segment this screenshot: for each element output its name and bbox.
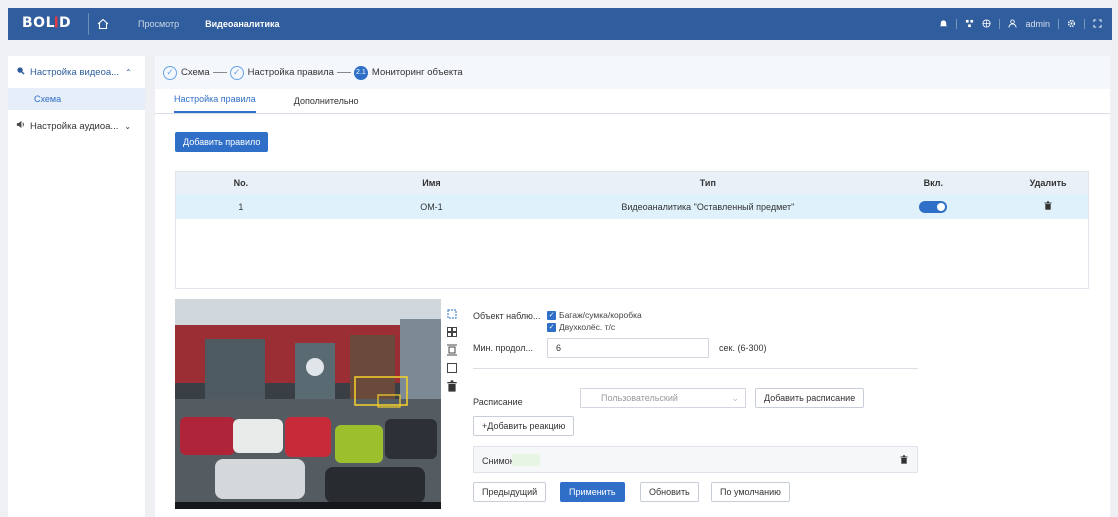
network-icon[interactable]	[965, 19, 974, 30]
column-header-type: Тип	[699, 178, 716, 188]
settings-gear-icon[interactable]	[1067, 19, 1076, 30]
checkbox-luggage[interactable]: ✓ Багаж/сумка/коробка	[547, 310, 642, 320]
refresh-button[interactable]: Обновить	[640, 482, 699, 502]
checkbox-two-wheeler[interactable]: ✓ Двухколёс. т/с	[547, 322, 615, 332]
sidebar-item-label: Схема	[34, 94, 62, 104]
enable-toggle-cell	[859, 200, 1009, 213]
drawing-toolbar	[445, 308, 459, 392]
step-rule-setup[interactable]: Настройка правила	[248, 67, 334, 78]
trash-icon[interactable]	[446, 380, 458, 392]
top-bar: BOL D Просмотр Видеоаналитика admin	[8, 8, 1112, 40]
wizard-steps: ✓ Схема ✓ Настройка правила 2.1 Монитори…	[155, 56, 1110, 89]
divider	[999, 19, 1001, 29]
svg-text:BOL: BOL	[22, 15, 55, 29]
table-row[interactable]: 1 OM-1 Видеоаналитика "Оставленный предм…	[176, 194, 1088, 219]
nav-live-view[interactable]: Просмотр	[138, 19, 179, 29]
table-empty-area	[176, 219, 1088, 288]
cell-no: 1	[238, 201, 244, 212]
min-duration-input[interactable]: 6	[547, 338, 709, 358]
camera-frame-image	[175, 299, 441, 509]
user-name[interactable]: admin	[1025, 19, 1050, 29]
cell-type: Видеоаналитика "Оставленный предмет"	[621, 201, 795, 212]
sidebar-item-video-analytics-setup[interactable]: Настройка видеоа... ⌃	[8, 56, 145, 88]
fullscreen-icon[interactable]	[1093, 18, 1102, 30]
rules-table: No. Имя Тип Вкл. Удалить 1 OM-1 Видеоана…	[175, 171, 1089, 289]
main-panel: ✓ Схема ✓ Настройка правила 2.1 Монитори…	[155, 56, 1110, 517]
snapshot-label: Снимок	[482, 456, 514, 466]
step-scheme[interactable]: Схема	[181, 67, 210, 78]
draw-region-icon[interactable]	[446, 308, 458, 320]
min-size-icon[interactable]	[446, 344, 458, 356]
table-header: No. Имя Тип Вкл. Удалить	[176, 172, 1088, 194]
speaker-icon	[16, 120, 25, 132]
divider	[1084, 19, 1085, 29]
step-connector	[336, 72, 351, 73]
tab-rule-setup[interactable]: Настройка правила	[174, 94, 256, 113]
enable-toggle[interactable]	[919, 200, 948, 213]
check-icon: ✓	[229, 65, 244, 80]
brand-logo: BOL D	[22, 15, 78, 33]
sidebar-item-label: Настройка видеоа...	[30, 66, 120, 78]
cell-name: OM-1	[420, 201, 443, 212]
default-button[interactable]: По умолчанию	[711, 482, 790, 502]
divider	[956, 19, 958, 29]
top-right-tools: admin	[939, 8, 1102, 40]
add-rule-button[interactable]: Добавить правило	[175, 132, 269, 152]
checkbox-checked-icon: ✓	[547, 322, 556, 332]
max-size-icon[interactable]	[446, 362, 458, 374]
trash-icon[interactable]	[1044, 201, 1052, 212]
step-object-monitoring[interactable]: Мониторинг объекта	[372, 67, 463, 78]
column-header-enabled: Вкл.	[923, 178, 944, 188]
tab-additional[interactable]: Дополнительно	[294, 96, 359, 113]
sidebar-item-audio-analytics-setup[interactable]: Настройка аудиоа... ⌄	[8, 110, 145, 142]
analytics-icon	[16, 66, 25, 78]
grid-icon[interactable]	[446, 326, 458, 338]
add-reaction-button[interactable]: +Добавить реакцию	[473, 416, 575, 436]
delete-cell	[1008, 201, 1088, 212]
sidebar: Настройка видеоа... ⌃ Схема Настройка ау…	[8, 56, 145, 517]
sidebar-item-label: Настройка аудиоа...	[30, 120, 119, 132]
status-badge	[512, 454, 540, 466]
column-header-no: No.	[233, 178, 249, 188]
previous-button[interactable]: Предыдущий	[473, 482, 547, 502]
schedule-select-value: Пользовательский	[601, 393, 678, 403]
divider	[473, 368, 918, 369]
column-header-delete: Удалить	[1029, 178, 1067, 188]
check-icon: ✓	[163, 65, 177, 80]
user-icon[interactable]	[1008, 18, 1018, 30]
checkbox-checked-icon: ✓	[547, 310, 556, 320]
checkbox-label: Багаж/сумка/коробка	[559, 310, 642, 320]
schedule-select[interactable]: Пользовательский ⌄	[580, 388, 746, 408]
home-icon[interactable]	[88, 13, 110, 35]
add-schedule-button[interactable]: Добавить расписание	[755, 388, 865, 408]
nav-video-analytics[interactable]: Видеоаналитика	[205, 19, 279, 29]
bell-icon[interactable]	[939, 19, 948, 30]
chevron-up-icon: ⌃	[125, 67, 132, 77]
schedule-label: Расписание	[473, 397, 523, 407]
column-header-name: Имя	[422, 178, 441, 188]
step-number-badge: 2.1	[353, 65, 368, 80]
svg-text:D: D	[59, 15, 71, 29]
trash-icon[interactable]	[900, 455, 908, 466]
chevron-down-icon: ⌄	[124, 121, 132, 131]
step-connector	[212, 72, 227, 73]
camera-preview[interactable]	[175, 299, 441, 509]
apply-button[interactable]: Применить	[560, 482, 625, 502]
tab-bar: Настройка правила Дополнительно	[155, 89, 1110, 114]
object-type-label: Объект наблю...	[473, 311, 541, 321]
divider	[1058, 19, 1059, 29]
sidebar-item-scheme[interactable]: Схема	[8, 88, 145, 110]
globe-icon[interactable]	[982, 18, 992, 30]
min-duration-label: Мин. продол...	[473, 343, 533, 353]
chevron-down-icon: ⌄	[731, 393, 739, 403]
checkbox-label: Двухколёс. т/с	[559, 322, 616, 332]
snapshot-panel: Снимок	[473, 446, 918, 473]
min-duration-unit: сек. (6-300)	[719, 343, 767, 353]
